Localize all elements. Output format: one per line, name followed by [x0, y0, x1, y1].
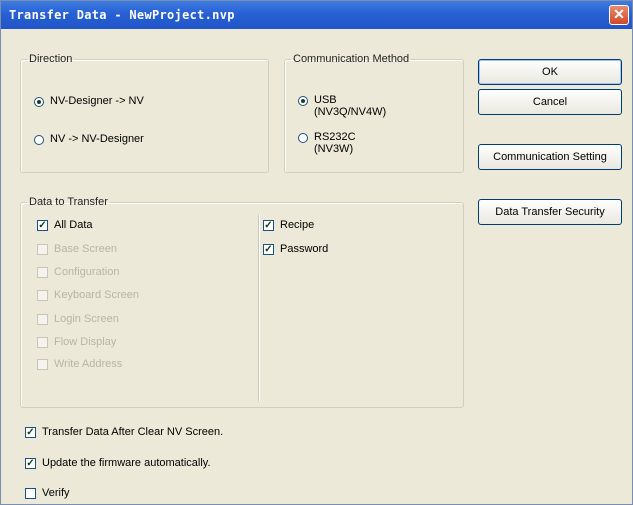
- cancel-button[interactable]: Cancel: [478, 89, 622, 115]
- checkbox-label: Verify: [42, 487, 70, 499]
- write-address-checkbox: Write Address: [37, 358, 122, 370]
- communication-setting-button[interactable]: Communication Setting: [478, 144, 622, 170]
- usb-label-line2: (NV3Q/NV4W): [314, 106, 387, 118]
- checkbox-disabled-icon: [37, 358, 48, 370]
- title-bar[interactable]: Transfer Data - NewProject.nvp ✕: [1, 1, 632, 29]
- checkbox-checked-icon: ✓: [25, 457, 36, 469]
- data-transfer-security-button[interactable]: Data Transfer Security: [478, 199, 622, 225]
- rs232c-label-line2: (NV3W): [314, 143, 354, 155]
- usb-label-line1: USB: [314, 94, 337, 106]
- rs232c-label-line1: RS232C: [314, 131, 356, 143]
- recipe-checkbox[interactable]: ✓ Recipe: [263, 219, 314, 231]
- flow-display-checkbox: Flow Display: [37, 336, 116, 348]
- checkbox-unchecked-icon: [25, 487, 36, 499]
- direction-group: Direction: [20, 53, 269, 173]
- usb-radio[interactable]: USB (NV3Q/NV4W): [298, 94, 386, 118]
- update-firmware-checkbox[interactable]: ✓ Update the firmware automatically.: [25, 457, 211, 469]
- login-screen-checkbox: Login Screen: [37, 313, 119, 325]
- radio-label: NV -> NV-Designer: [50, 133, 144, 145]
- password-checkbox[interactable]: ✓ Password: [263, 243, 328, 255]
- checkbox-label: Update the firmware automatically.: [42, 457, 211, 469]
- ok-button[interactable]: OK: [478, 59, 622, 85]
- checkbox-label: Configuration: [54, 266, 120, 278]
- rs232c-label: RS232C (NV3W): [314, 131, 356, 155]
- radio-unselected-icon: [298, 133, 308, 143]
- transfer-data-dialog: Transfer Data - NewProject.nvp ✕ Directi…: [0, 0, 633, 505]
- checkbox-disabled-icon: [37, 289, 48, 301]
- checkbox-checked-icon: ✓: [25, 426, 36, 438]
- checkbox-label: Recipe: [280, 219, 315, 231]
- checkbox-checked-icon: ✓: [263, 219, 274, 231]
- radio-selected-icon: [298, 96, 308, 106]
- transfer-after-clear-checkbox[interactable]: ✓ Transfer Data After Clear NV Screen.: [25, 426, 223, 438]
- data-to-transfer-legend: Data to Transfer: [29, 196, 108, 208]
- window-title: Transfer Data - NewProject.nvp: [9, 8, 235, 22]
- checkbox-disabled-icon: [37, 266, 48, 278]
- column-divider: [258, 215, 259, 401]
- checkbox-label: Base Screen: [54, 243, 117, 255]
- checkbox-checked-icon: ✓: [37, 219, 48, 231]
- usb-label: USB (NV3Q/NV4W): [314, 94, 386, 118]
- checkbox-label: Flow Display: [54, 336, 117, 348]
- direction-legend: Direction: [29, 53, 73, 65]
- configuration-checkbox: Configuration: [37, 266, 119, 278]
- radio-unselected-icon: [34, 135, 44, 145]
- direction-nv-to-nvdesigner-radio[interactable]: NV -> NV-Designer: [34, 133, 144, 145]
- checkbox-disabled-icon: [37, 243, 48, 255]
- radio-selected-icon: [34, 97, 44, 107]
- checkbox-label: All Data: [54, 219, 93, 231]
- verify-checkbox[interactable]: Verify: [25, 487, 70, 499]
- direction-nvdesigner-to-nv-radio[interactable]: NV-Designer -> NV: [34, 95, 144, 107]
- close-icon[interactable]: ✕: [609, 5, 629, 25]
- checkbox-label: Keyboard Screen: [54, 289, 139, 301]
- checkbox-checked-icon: ✓: [263, 243, 274, 255]
- checkbox-label: Write Address: [54, 358, 123, 370]
- checkbox-label: Login Screen: [54, 313, 119, 325]
- checkbox-label: Transfer Data After Clear NV Screen.: [42, 426, 224, 438]
- keyboard-screen-checkbox: Keyboard Screen: [37, 289, 139, 301]
- checkbox-label: Password: [280, 243, 329, 255]
- all-data-checkbox[interactable]: ✓ All Data: [37, 219, 93, 231]
- communication-legend: Communication Method: [293, 53, 410, 65]
- checkbox-disabled-icon: [37, 313, 48, 325]
- base-screen-checkbox: Base Screen: [37, 243, 117, 255]
- checkbox-disabled-icon: [37, 336, 48, 348]
- radio-label: NV-Designer -> NV: [50, 95, 144, 107]
- rs232c-radio[interactable]: RS232C (NV3W): [298, 131, 356, 155]
